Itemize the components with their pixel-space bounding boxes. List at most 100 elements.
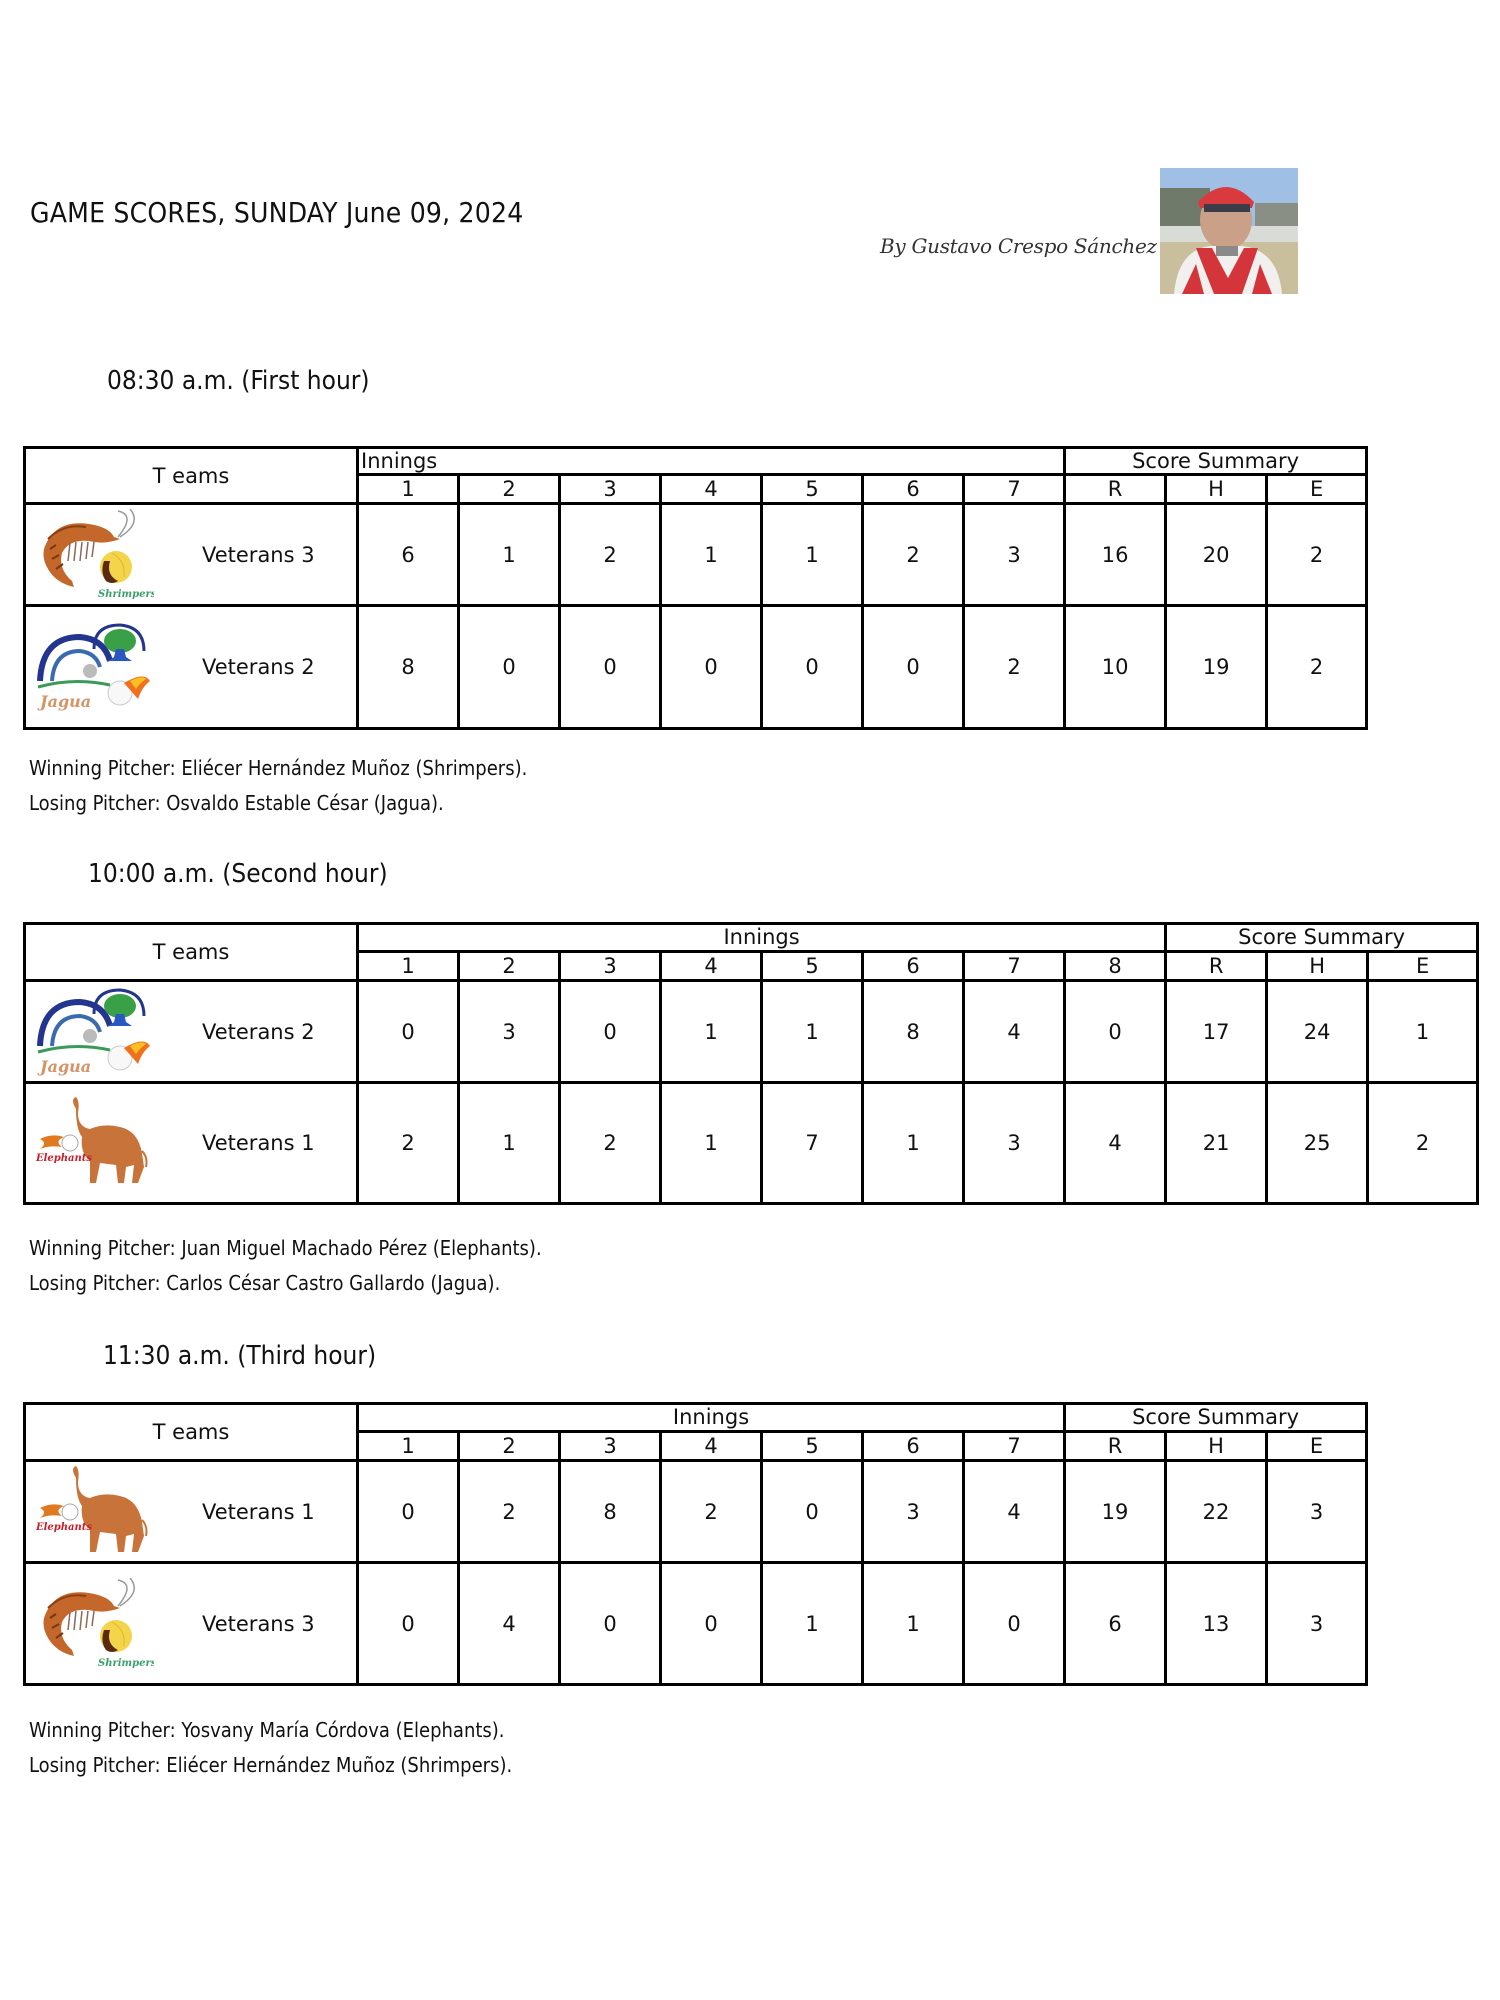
inning-score: 1	[659, 502, 763, 607]
game-2-winning-pitcher: Winning Pitcher: Juan Miguel Machado Pér…	[29, 1236, 542, 1260]
team-name: Veterans 1	[202, 1131, 315, 1155]
inning-score: 0	[558, 979, 662, 1084]
inning-score: 0	[1062, 979, 1168, 1084]
inning-score: 0	[356, 979, 460, 1084]
inning-header: 4	[659, 1430, 763, 1462]
hits-header: H	[1265, 950, 1370, 982]
game-2-time-heading: 10:00 a.m. (Second hour)	[88, 859, 388, 889]
errors-total: 2	[1366, 1081, 1480, 1205]
innings-header: Innings	[355, 446, 1067, 476]
inning-score: 1	[457, 1081, 561, 1205]
table-row: Veterans 1 0 2 8 2 0 3 4 19 22 3	[23, 1459, 1369, 1564]
hits-total: 22	[1164, 1459, 1269, 1564]
inning-score: 1	[659, 979, 763, 1084]
runs-total: 17	[1164, 979, 1269, 1084]
game-1-scoreboard: T eams Innings Score Summary 1 2 3 4 5 6…	[23, 446, 1369, 730]
hits-total: 24	[1265, 979, 1370, 1084]
runs-total: 19	[1063, 1459, 1168, 1564]
hits-header: H	[1164, 473, 1269, 505]
errors-header: E	[1366, 950, 1480, 982]
teams-header: T eams	[23, 446, 359, 505]
inning-score: 1	[760, 502, 864, 607]
runs-header: R	[1063, 1430, 1168, 1462]
elephants-logo-icon	[34, 1097, 154, 1189]
team-name: Veterans 1	[202, 1499, 315, 1524]
runs-total: 21	[1164, 1081, 1269, 1205]
jagua-logo-icon	[34, 986, 154, 1078]
inning-score: 4	[961, 1459, 1067, 1564]
team-cell: Veterans 3	[23, 1561, 359, 1686]
table-row: Veterans 2 8 0 0 0 0 0 2 10 19 2	[23, 604, 1369, 730]
author-photo-image	[1160, 168, 1298, 294]
inning-score: 1	[861, 1081, 965, 1205]
inning-score: 2	[659, 1459, 763, 1564]
team-name: Veterans 3	[202, 1611, 315, 1636]
inning-score: 2	[861, 502, 965, 607]
hits-total: 20	[1164, 502, 1269, 607]
inning-score: 2	[961, 604, 1067, 730]
score-summary-header: Score Summary	[1063, 446, 1369, 476]
game-3-time-heading: 11:30 a.m. (Third hour)	[103, 1341, 377, 1371]
inning-score: 0	[558, 604, 662, 730]
game-1-losing-pitcher: Losing Pitcher: Osvaldo Estable César (J…	[29, 791, 444, 815]
errors-total: 1	[1366, 979, 1480, 1084]
game-3-winning-pitcher: Winning Pitcher: Yosvany María Córdova (…	[29, 1718, 505, 1742]
inning-score: 3	[962, 1081, 1066, 1205]
game-2-scoreboard: T eams Innings Score Summary 1 2 3 4 5 6…	[23, 922, 1480, 1205]
team-cell: Veterans 1	[23, 1081, 359, 1205]
author-photo	[1160, 168, 1298, 294]
errors-total: 3	[1265, 1561, 1369, 1686]
inning-header: 6	[861, 473, 965, 505]
jagua-logo-icon	[34, 621, 154, 713]
inning-score: 2	[356, 1081, 460, 1205]
inning-header: 6	[861, 1430, 965, 1462]
table-row: Veterans 3 0 4 0 0 1 1 0 6 13 3	[23, 1561, 1369, 1686]
hits-total: 25	[1265, 1081, 1370, 1205]
runs-total: 10	[1063, 604, 1168, 730]
team-name: Veterans 3	[202, 542, 315, 567]
inning-score: 8	[356, 604, 460, 730]
inning-header: 1	[356, 1430, 460, 1462]
inning-score: 2	[558, 502, 662, 607]
inning-header: 1	[356, 473, 460, 505]
inning-score: 0	[760, 1459, 864, 1564]
teams-header: T eams	[23, 1402, 359, 1462]
inning-header: 3	[558, 950, 662, 982]
inning-header: 4	[659, 950, 763, 982]
inning-header: 7	[962, 950, 1066, 982]
table-row: Veterans 3 6 1 2 1 1 2 3 16 20 2	[23, 502, 1369, 607]
teams-header: T eams	[23, 922, 359, 982]
inning-score: 1	[760, 1561, 864, 1686]
inning-header: 7	[961, 1430, 1067, 1462]
errors-total: 2	[1265, 604, 1369, 730]
inning-score: 2	[457, 1459, 561, 1564]
game-1-time-heading: 08:30 a.m. (First hour)	[107, 366, 370, 396]
inning-score: 2	[558, 1081, 662, 1205]
inning-score: 4	[962, 979, 1066, 1084]
inning-score: 0	[861, 604, 965, 730]
inning-score: 0	[961, 1561, 1067, 1686]
runs-header: R	[1164, 950, 1269, 982]
author-byline: By Gustavo Crespo Sánchez	[880, 234, 1157, 258]
game-3-losing-pitcher: Losing Pitcher: Eliécer Hernández Muñoz …	[29, 1753, 513, 1777]
inning-header: 3	[558, 1430, 662, 1462]
inning-header: 6	[861, 950, 965, 982]
shrimpers-logo-icon	[34, 509, 154, 601]
errors-header: E	[1265, 1430, 1369, 1462]
inning-score: 3	[961, 502, 1067, 607]
hits-total: 19	[1164, 604, 1269, 730]
inning-score: 1	[861, 1561, 965, 1686]
inning-header: 8	[1062, 950, 1168, 982]
inning-score: 4	[457, 1561, 561, 1686]
errors-total: 3	[1265, 1459, 1369, 1564]
inning-score: 8	[558, 1459, 662, 1564]
score-summary-header: Score Summary	[1063, 1402, 1369, 1433]
innings-header: Innings	[355, 922, 1168, 953]
inning-score: 3	[457, 979, 561, 1084]
errors-header: E	[1265, 473, 1369, 505]
game-3-scoreboard: T eams Innings Score Summary 1 2 3 4 5 6…	[23, 1402, 1369, 1686]
runs-header: R	[1063, 473, 1168, 505]
inning-score: 3	[861, 1459, 965, 1564]
inning-score: 4	[1062, 1081, 1168, 1205]
team-name: Veterans 2	[202, 655, 315, 679]
